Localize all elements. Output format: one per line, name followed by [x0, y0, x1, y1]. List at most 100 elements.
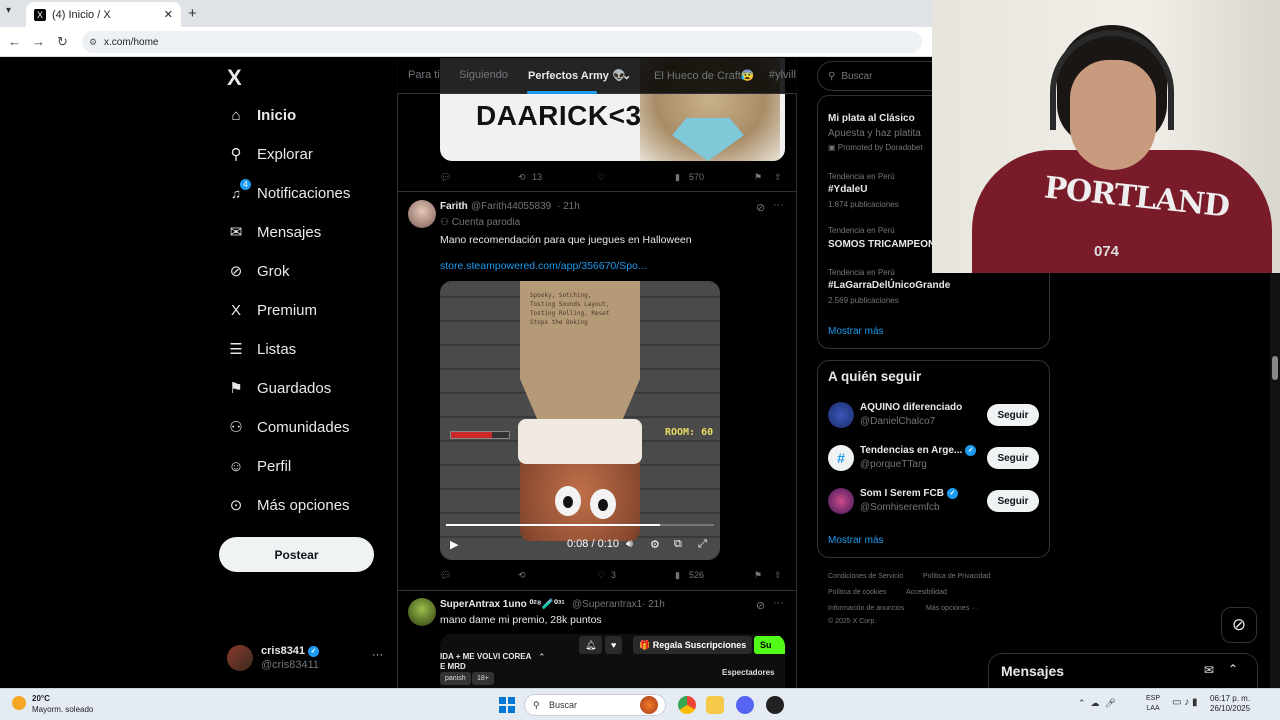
- hashtag-avatar-icon[interactable]: #: [828, 445, 854, 471]
- chevron-down-icon[interactable]: ⌄: [622, 69, 631, 82]
- tweet-author-handle[interactable]: @Farith44055839: [471, 201, 551, 212]
- pip-icon[interactable]: ⧉: [674, 538, 682, 551]
- footer-link-cookies[interactable]: Política de cookies: [828, 589, 886, 596]
- back-arrow-icon[interactable]: ←: [8, 34, 21, 49]
- nav-item-perfil[interactable]: ☺ Perfil: [227, 457, 291, 475]
- tweet-author-name[interactable]: SuperAntrax 1uno ⁰²⁸🧪⁰³¹: [440, 599, 565, 610]
- tab-el-hueco-de-craft[interactable]: El Hueco de Craft😰: [654, 69, 755, 82]
- forward-arrow-icon[interactable]: →: [32, 34, 45, 49]
- discord-icon[interactable]: [736, 696, 754, 714]
- site-info-icon[interactable]: ⚙: [89, 37, 97, 48]
- pumpkin-app-icon[interactable]: [640, 696, 658, 714]
- system-tray[interactable]: ⌃ ☁ 🎤︎: [1078, 698, 1116, 709]
- tweet-author-name[interactable]: Farith: [440, 201, 468, 212]
- obs-icon[interactable]: [766, 696, 784, 714]
- trend-title[interactable]: #LaGarraDelÚnicoGrande: [828, 280, 950, 291]
- avatar[interactable]: [408, 598, 436, 626]
- footer-link-terms[interactable]: Condiciones de Servicio: [828, 573, 903, 580]
- browser-tab[interactable]: X (4) Inicio / X ✕: [26, 2, 181, 27]
- tweet-author-handle[interactable]: @Superantrax1: [572, 599, 642, 610]
- tab-close-icon[interactable]: ✕: [164, 8, 173, 21]
- follow-button[interactable]: Seguir: [987, 447, 1039, 469]
- play-icon[interactable]: ▶: [450, 538, 458, 551]
- trend-title[interactable]: Mi plata al Clásico: [828, 113, 915, 124]
- fullscreen-icon[interactable]: ⤢: [698, 538, 707, 551]
- network-icon[interactable]: ▭ ♪ ▮: [1172, 697, 1198, 708]
- like-icon[interactable]: ♡: [597, 172, 605, 183]
- avatar[interactable]: [828, 488, 854, 514]
- file-explorer-icon[interactable]: [706, 696, 724, 714]
- messages-drawer[interactable]: Mensajes ✉ ⌃: [988, 653, 1258, 688]
- grok-icon[interactable]: ⊘: [756, 599, 765, 612]
- expand-icon[interactable]: ⌃: [1228, 662, 1238, 676]
- trend-title[interactable]: #YdaleU: [828, 184, 867, 195]
- nav-item-comunidades[interactable]: ⚇ Comunidades: [227, 418, 349, 437]
- nav-item-guardados[interactable]: ⚑ Guardados: [227, 379, 331, 398]
- account-switcher[interactable]: cris8341 ✓ @cris83411 ···: [227, 643, 387, 673]
- tweet-link[interactable]: store.steampowered.com/app/356670/Spo...: [440, 260, 647, 272]
- like-icon[interactable]: ♡: [597, 570, 605, 581]
- post-button[interactable]: Postear: [219, 537, 374, 572]
- settings-icon[interactable]: ⚙: [650, 538, 660, 551]
- nav-item-grok[interactable]: ⊘ Grok: [227, 262, 290, 281]
- x-logo[interactable]: X: [227, 65, 242, 91]
- more-icon[interactable]: ···: [773, 199, 784, 211]
- share-icon[interactable]: ⇧: [774, 570, 782, 581]
- new-tab-button[interactable]: +: [188, 5, 197, 22]
- tab-para-ti[interactable]: Para ti: [408, 69, 440, 81]
- bookmark-icon[interactable]: ⚑: [754, 172, 762, 183]
- tweet-time[interactable]: · 21h: [557, 201, 580, 212]
- nav-item-mensajes[interactable]: ✉ Mensajes: [227, 223, 322, 242]
- url-field[interactable]: ⚙ x.com/home: [82, 31, 922, 53]
- nav-item-premium[interactable]: X Premium: [227, 301, 317, 319]
- follow-name[interactable]: AQUINO diferenciado: [860, 402, 962, 413]
- follow-button[interactable]: Seguir: [987, 490, 1039, 512]
- follow-button[interactable]: Seguir: [987, 404, 1039, 426]
- nav-item-listas[interactable]: ☰ Listas: [227, 340, 296, 359]
- nav-item-notificaciones[interactable]: ♫ 4 Notificaciones: [227, 179, 350, 202]
- tweet-time[interactable]: · 21h: [642, 599, 665, 610]
- clock[interactable]: 06:17 p. m. 26/10/2025: [1210, 694, 1250, 714]
- nav-item-explorar[interactable]: ⚲ Explorar: [227, 145, 313, 164]
- windows-start-icon[interactable]: [499, 697, 515, 713]
- show-more-follow-link[interactable]: Mostrar más: [828, 535, 884, 546]
- reload-icon[interactable]: ↻: [57, 34, 68, 50]
- reply-icon[interactable]: 💬︎: [440, 570, 451, 581]
- footer-link-ads[interactable]: Información de anuncios: [828, 605, 904, 612]
- video-progress-bar[interactable]: [446, 524, 714, 526]
- tweet-video[interactable]: Spooky, Sotching, Tosting Sounds Layout,…: [440, 281, 720, 560]
- language-indicator[interactable]: ESP LAA: [1146, 694, 1160, 714]
- follow-name-row[interactable]: Tendencias en Arge... ✓: [860, 445, 977, 456]
- share-icon[interactable]: ⇧: [774, 172, 782, 183]
- trend-title[interactable]: SOMOS TRICAMPEONES: [828, 239, 949, 250]
- views-icon[interactable]: ▮: [675, 570, 680, 581]
- more-icon[interactable]: ···: [372, 649, 383, 661]
- nav-item-mas-opciones[interactable]: ⊙ Más opciones: [227, 496, 350, 515]
- tab-siguiendo[interactable]: Siguiendo: [459, 69, 508, 81]
- tweet-image[interactable]: IDA + ME VOLVI COREA E MRD ⌃ panish 18+ …: [440, 634, 785, 688]
- search-input[interactable]: ⚲ Buscar: [817, 61, 933, 91]
- show-more-trends-link[interactable]: Mostrar más: [828, 326, 884, 337]
- chrome-icon[interactable]: [678, 696, 696, 714]
- tab-list-chevron-icon[interactable]: ▾: [6, 5, 11, 16]
- follow-name-row[interactable]: Som I Serem FCB ✓: [860, 488, 958, 499]
- avatar[interactable]: [828, 402, 854, 428]
- bookmark-icon[interactable]: ⚑: [754, 570, 762, 581]
- tab-ylvill[interactable]: #ylvill: [769, 69, 796, 81]
- reply-icon[interactable]: 💬︎: [440, 172, 451, 183]
- nav-item-inicio[interactable]: ⌂ Inicio: [227, 106, 296, 124]
- views-icon[interactable]: ▮: [675, 172, 680, 183]
- grok-floating-button[interactable]: ⊘: [1221, 607, 1257, 643]
- footer-link-accessibility[interactable]: Accesibilidad: [906, 589, 947, 596]
- volume-icon[interactable]: 🔊︎: [626, 538, 633, 551]
- more-icon[interactable]: ···: [773, 597, 784, 609]
- footer-link-privacy[interactable]: Política de Privacidad: [923, 573, 990, 580]
- compose-message-icon[interactable]: ✉: [1204, 663, 1214, 677]
- retweet-icon[interactable]: ⟲: [518, 570, 526, 581]
- footer-link-more[interactable]: Más opciones ···: [926, 605, 978, 612]
- scrollbar-thumb[interactable]: [1272, 356, 1278, 380]
- retweet-icon[interactable]: ⟲: [518, 172, 526, 183]
- avatar[interactable]: [408, 200, 436, 228]
- grok-icon[interactable]: ⊘: [756, 201, 765, 214]
- tab-perfectos-army[interactable]: Perfectos Army 👽: [528, 69, 626, 82]
